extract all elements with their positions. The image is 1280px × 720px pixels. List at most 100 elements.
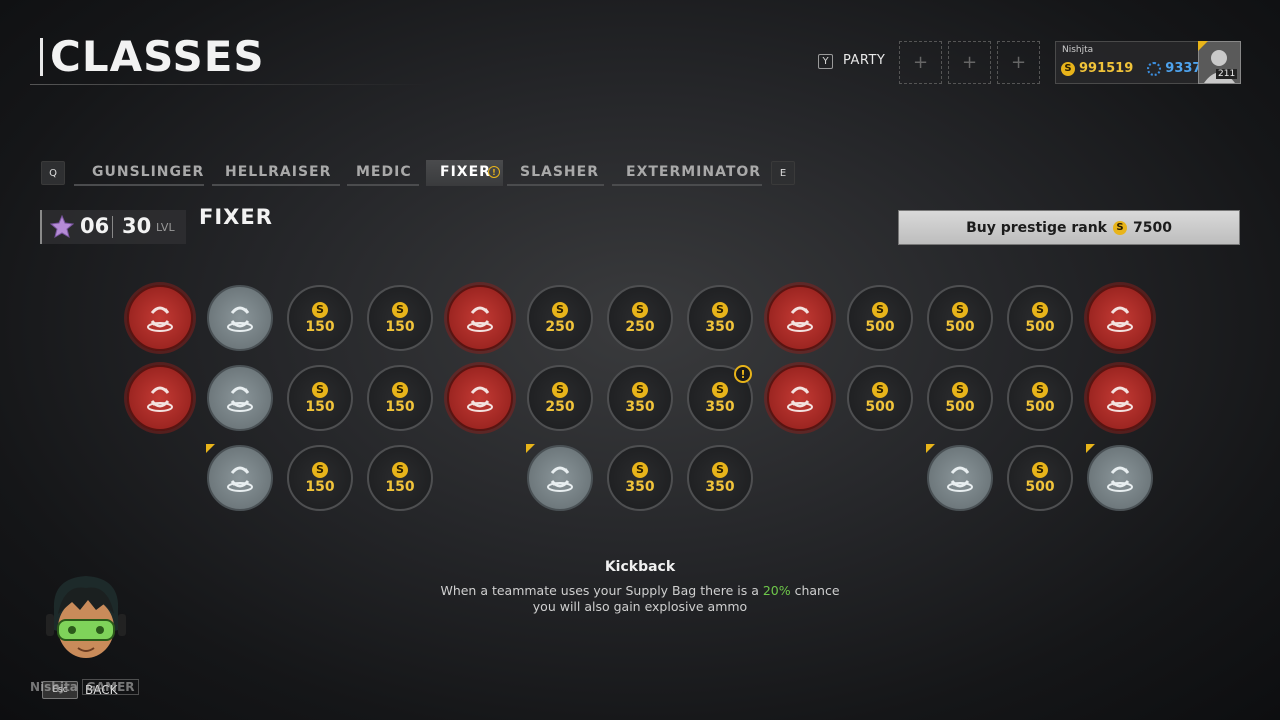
skill-node-purchasable[interactable]: S 500 xyxy=(1007,445,1073,511)
skill-cost: 350 xyxy=(705,398,735,415)
coin-icon: S xyxy=(312,381,328,398)
rifle-icon xyxy=(547,466,573,492)
skill-node-purchasable[interactable]: S 500 xyxy=(847,285,913,351)
skill-node-purchasable[interactable]: S 250 xyxy=(607,285,673,351)
page-title: CLASSES xyxy=(50,32,265,81)
rotate-target-icon xyxy=(1107,306,1133,332)
skill-node-unlocked[interactable] xyxy=(127,285,193,351)
coin-icon: S xyxy=(1112,220,1127,235)
coin-icon: S xyxy=(312,461,328,478)
skill-node-unlocked[interactable] xyxy=(1087,365,1153,431)
skill-node-locked[interactable] xyxy=(207,285,273,351)
new-skill-flag xyxy=(926,444,935,453)
coin-icon: S xyxy=(872,301,888,318)
skill-cost: 150 xyxy=(305,478,335,495)
skill-node-purchasable[interactable]: S 150 xyxy=(287,445,353,511)
plus-icon: + xyxy=(961,52,978,73)
player-level: 211 xyxy=(1216,69,1238,79)
skill-node-unlocked[interactable] xyxy=(447,285,513,351)
skill-node-locked[interactable] xyxy=(1087,445,1153,511)
skill-node-purchasable[interactable]: S 150 xyxy=(287,365,353,431)
skill-node-unlocked[interactable] xyxy=(447,365,513,431)
party-slot-3[interactable]: + xyxy=(997,41,1040,84)
tab-fixer[interactable]: FIXER xyxy=(440,164,491,180)
coin-icon: S xyxy=(712,461,728,478)
skill-node-unlocked[interactable] xyxy=(767,365,833,431)
tab-underline xyxy=(612,184,762,186)
skill-node-locked[interactable] xyxy=(207,445,273,511)
target-icon xyxy=(147,306,173,332)
alert-icon: ! xyxy=(734,365,752,383)
coin-icon: S xyxy=(632,381,648,398)
coin-icon: S xyxy=(552,301,568,318)
coin-icon: S xyxy=(712,301,728,318)
coin-icon: S xyxy=(632,461,648,478)
skill-node-purchasable[interactable]: S 350 xyxy=(607,365,673,431)
new-skill-flag xyxy=(206,444,215,453)
skill-node-unlocked[interactable] xyxy=(1087,285,1153,351)
medkit-bandage-icon xyxy=(787,386,813,412)
skill-node-locked[interactable] xyxy=(527,445,593,511)
tab-medic[interactable]: MEDIC xyxy=(356,164,412,180)
coin-icon: S xyxy=(1032,461,1048,478)
party-slot-2[interactable]: + xyxy=(948,41,991,84)
prev-tab-key[interactable]: Q xyxy=(41,161,65,185)
skill-node-locked[interactable] xyxy=(927,445,993,511)
skill-node-unlocked[interactable] xyxy=(127,365,193,431)
tab-underline xyxy=(507,184,604,186)
skill-node-purchasable[interactable]: S 500 xyxy=(927,365,993,431)
skill-cost: 500 xyxy=(1025,398,1055,415)
skill-node-purchasable[interactable]: S 250 xyxy=(527,285,593,351)
player-currency: S 991519 93379 xyxy=(1061,61,1211,76)
skill-node-purchasable[interactable]: S 500 xyxy=(1007,365,1073,431)
skill-node-purchasable[interactable]: S 500 xyxy=(1007,285,1073,351)
skill-node-purchasable[interactable]: S 150 xyxy=(367,285,433,351)
skill-node-unlocked[interactable] xyxy=(767,285,833,351)
new-skill-flag xyxy=(1086,444,1095,453)
skill-node-purchasable[interactable]: S 500 xyxy=(847,365,913,431)
skill-node-purchasable[interactable]: S 150 xyxy=(287,285,353,351)
skill-node-purchasable[interactable]: S 500 xyxy=(927,285,993,351)
avatar-rank-flag xyxy=(1198,41,1208,51)
skill-node-purchasable[interactable]: S 150 xyxy=(367,445,433,511)
alert-icon: ! xyxy=(488,166,500,178)
skill-cost: 250 xyxy=(625,318,655,335)
tab-gunslinger[interactable]: GUNSLINGER xyxy=(92,164,204,180)
buy-prestige-button[interactable]: Buy prestige rank S 7500 xyxy=(898,210,1240,245)
party-slot-1[interactable]: + xyxy=(899,41,942,84)
tab-underline xyxy=(74,184,204,186)
skill-cost: 500 xyxy=(1025,478,1055,495)
skill-cost: 500 xyxy=(945,398,975,415)
prestige-emblem-icon xyxy=(50,215,74,239)
plus-icon: + xyxy=(912,52,929,73)
credit-icon xyxy=(1147,61,1162,76)
skill-node-purchasable[interactable]: S 350 xyxy=(607,445,673,511)
tab-hellraiser[interactable]: HELLRAISER xyxy=(225,164,331,180)
tab-exterminator[interactable]: EXTERMINATOR xyxy=(626,164,761,180)
skill-node-purchasable[interactable]: S 250 xyxy=(527,365,593,431)
skill-cost: 350 xyxy=(625,398,655,415)
supply-bag-icon xyxy=(227,306,253,332)
ammo-upgrade-icon xyxy=(467,306,493,332)
coin-icon: S xyxy=(632,301,648,318)
overlay-tag: GAMER xyxy=(81,679,139,695)
skill-node-purchasable[interactable]: S 350 xyxy=(687,445,753,511)
skill-node-purchasable[interactable]: S 150 xyxy=(367,365,433,431)
tab-underline xyxy=(347,184,419,186)
skill-description: When a teammate uses your Supply Bag the… xyxy=(0,583,1280,615)
supply-bag-icon xyxy=(227,386,253,412)
coin-icon: S xyxy=(1032,381,1048,398)
skill-cost: 250 xyxy=(545,318,575,335)
party-button[interactable]: PARTY xyxy=(843,53,885,68)
skill-node-locked[interactable] xyxy=(207,365,273,431)
skill-node-purchasable[interactable]: S 350 xyxy=(687,285,753,351)
desc-text-post: chance xyxy=(790,583,840,598)
level-label: LVL xyxy=(156,221,175,234)
swap-arrows-icon xyxy=(227,466,253,492)
player-name: Nishjta xyxy=(1062,45,1094,55)
skill-cost: 150 xyxy=(305,398,335,415)
next-tab-key[interactable]: E xyxy=(771,161,795,185)
tab-slasher[interactable]: SLASHER xyxy=(520,164,599,180)
skill-cost: 150 xyxy=(385,478,415,495)
desc-text-line2: you will also gain explosive ammo xyxy=(532,599,748,614)
